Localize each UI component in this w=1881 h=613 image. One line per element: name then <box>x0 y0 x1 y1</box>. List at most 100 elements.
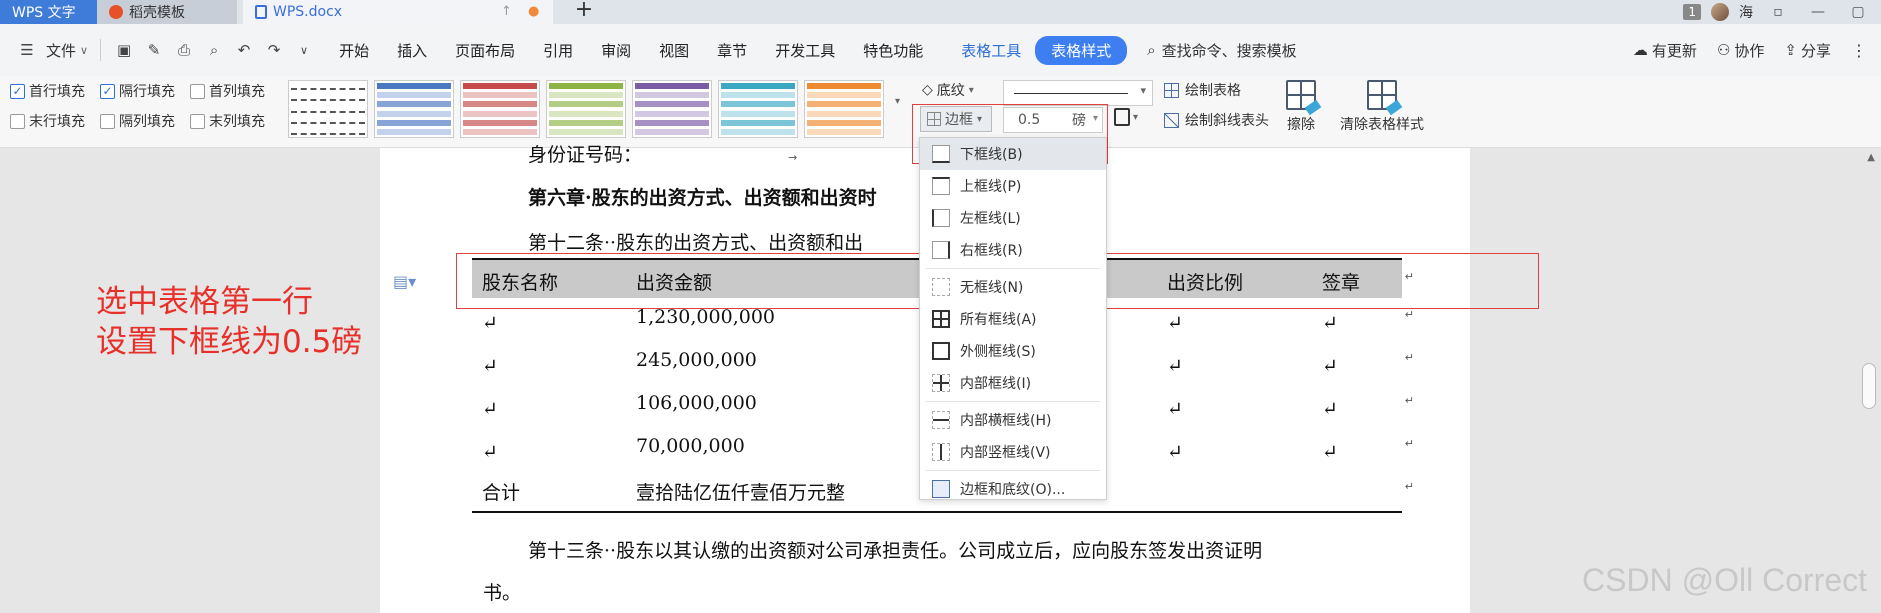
command-search[interactable]: ⌕ 查找命令、搜索模板 <box>1147 40 1296 61</box>
window-count-badge[interactable]: 1 <box>1683 4 1701 20</box>
menu-view[interactable]: 视图 <box>645 40 703 61</box>
checkbox-label: 首行填充 <box>29 84 85 100</box>
more-icon[interactable]: ∨ <box>293 39 315 61</box>
menu-item-label: 内部框线(I) <box>960 376 1032 392</box>
swatch-stripe <box>635 101 709 108</box>
restore-icon[interactable]: ▫ <box>1763 4 1793 20</box>
maximize-icon[interactable]: ▢ <box>1843 4 1873 20</box>
menu-insert[interactable]: 插入 <box>383 40 441 61</box>
checkbox-label: 末列填充 <box>209 114 265 130</box>
tab-wps-label: WPS 文字 <box>12 5 76 21</box>
menu-item-left-border[interactable]: 左框线(L) <box>920 202 1106 234</box>
menu-item-borders-and-shading[interactable]: 边框和底纹(O)... <box>920 473 1106 505</box>
menu-developer[interactable]: 开发工具 <box>761 40 849 61</box>
border-inside-h-icon <box>932 411 950 429</box>
avatar[interactable] <box>1711 3 1729 21</box>
tab-wps-writer[interactable]: WPS 文字 <box>0 0 97 24</box>
menu-divider <box>926 401 1100 402</box>
menu-table-tools[interactable]: 表格工具 <box>947 40 1035 61</box>
user-name[interactable]: 海 <box>1739 2 1753 22</box>
checkbox-last-row[interactable]: 末行填充 <box>10 110 100 132</box>
erase-button[interactable]: 擦除 <box>1286 80 1322 134</box>
minimize-icon[interactable]: — <box>1803 4 1833 20</box>
table-style-swatch[interactable] <box>374 80 454 138</box>
checkbox-banded-rows[interactable]: ✓ 隔行填充 <box>100 80 190 102</box>
menu-item-outside-borders[interactable]: 外侧框线(S) <box>920 335 1106 367</box>
table-cell-amount[interactable]: 245,000,000 <box>636 349 757 371</box>
table-style-swatch[interactable] <box>546 80 626 138</box>
menu-item-inside-vertical[interactable]: 内部竖框线(V) <box>920 436 1106 468</box>
checkbox-banded-columns[interactable]: 隔列填充 <box>100 110 190 132</box>
table-cell-amount[interactable]: 1,230,000,000 <box>636 306 775 328</box>
vertical-scrollbar[interactable]: ▲ <box>1851 148 1881 613</box>
menu-item-all-borders[interactable]: 所有框线(A) <box>920 303 1106 335</box>
swatch-stripe <box>721 119 795 126</box>
paragraph-handle-icon[interactable]: ▤▾ <box>393 272 416 291</box>
clear-table-style-button[interactable]: 清除表格样式 <box>1340 80 1424 134</box>
hamburger-icon[interactable]: ☰ <box>16 39 38 61</box>
print-preview-icon[interactable]: ⌕ <box>203 39 225 61</box>
swatch-stripe <box>463 110 537 117</box>
draw-table-icon <box>1164 82 1179 98</box>
menu-chapter[interactable]: 章节 <box>703 40 761 61</box>
tab-document[interactable]: WPS.docx ↑ ● <box>243 0 553 24</box>
table-cell-amount[interactable]: 106,000,000 <box>636 392 757 414</box>
checkbox-first-row-fill[interactable]: ✓ 首行填充 <box>10 80 100 102</box>
scroll-up-icon[interactable]: ▲ <box>1867 152 1875 163</box>
table-style-swatch[interactable] <box>460 80 540 138</box>
checkbox-first-column[interactable]: 首列填充 <box>190 80 280 102</box>
menu-item-no-border[interactable]: 无框线(N) <box>920 271 1106 303</box>
table-style-swatch[interactable] <box>718 80 798 138</box>
clear-style-label: 清除表格样式 <box>1340 117 1424 133</box>
file-menu[interactable]: 文件 ∨ <box>46 40 88 61</box>
checkbox-unchecked-icon <box>190 113 205 129</box>
draw-table-button[interactable]: 绘制表格 <box>1164 80 1241 100</box>
upload-icon[interactable]: ↑ <box>501 4 512 19</box>
menu-review[interactable]: 审阅 <box>587 40 645 61</box>
menu-divider <box>926 470 1100 471</box>
empty-cell-mark-icon: ↵ <box>1167 398 1183 420</box>
tab-docer-label: 稻壳模板 <box>129 5 185 21</box>
table-cell-total-label[interactable]: 合计 <box>482 478 520 505</box>
table-style-swatch[interactable] <box>804 80 884 138</box>
format-painter-icon[interactable]: ✎ <box>143 39 165 61</box>
checkbox-last-column[interactable]: 末列填充 <box>190 110 280 132</box>
update-button[interactable]: ☁ 有更新 <box>1633 40 1697 61</box>
undo-icon[interactable]: ↶ <box>233 39 255 61</box>
draw-diagonal-button[interactable]: 绘制斜线表头 <box>1164 110 1269 130</box>
pen-color-button[interactable]: ▾ <box>1114 108 1138 126</box>
gallery-expand-icon[interactable]: ▾ <box>895 96 900 107</box>
menu-item-inside-borders[interactable]: 内部框线(I) <box>920 367 1106 399</box>
menu-features[interactable]: 特色功能 <box>849 40 937 61</box>
swatch-stripe <box>463 92 537 99</box>
menu-item-top-border[interactable]: 上框线(P) <box>920 170 1106 202</box>
menu-item-inside-horizontal[interactable]: 内部横框线(H) <box>920 404 1106 436</box>
share-button[interactable]: ⇪ 分享 <box>1784 40 1831 61</box>
menu-item-right-border[interactable]: 右框线(R) <box>920 234 1106 266</box>
table-style-gallery <box>288 80 884 138</box>
menu-page-layout[interactable]: 页面布局 <box>441 40 529 61</box>
menu-start[interactable]: 开始 <box>325 40 383 61</box>
menu-references[interactable]: 引用 <box>529 40 587 61</box>
tab-docer-templates[interactable]: 稻壳模板 <box>97 0 237 24</box>
table-cell-amount[interactable]: 70,000,000 <box>636 435 745 457</box>
erase-label: 擦除 <box>1287 117 1315 133</box>
print-icon[interactable]: ⎙ <box>173 39 195 61</box>
cell-end-mark-icon: ↵ <box>1404 394 1414 407</box>
shading-button[interactable]: ◇ 底纹 ▾ <box>922 80 974 100</box>
checkbox-checked-icon: ✓ <box>10 83 25 99</box>
scrollbar-thumb[interactable] <box>1862 363 1876 409</box>
menu-table-style[interactable]: 表格样式 <box>1035 35 1128 65</box>
table-style-swatch[interactable] <box>288 80 368 138</box>
checkbox-unchecked-icon <box>100 113 115 129</box>
more-options-icon[interactable]: ⋮ <box>1851 41 1867 60</box>
new-tab-button[interactable]: + <box>572 0 596 24</box>
table-cell-total-amount[interactable]: 壹拾陆亿伍仟壹佰万元整 <box>636 478 845 505</box>
table-style-swatch[interactable] <box>632 80 712 138</box>
save-icon[interactable]: ▣ <box>113 39 135 61</box>
menu-item-bottom-border[interactable]: 下框线(B) <box>920 138 1106 170</box>
redo-icon[interactable]: ↷ <box>263 39 285 61</box>
article-13: 第十三条··股东以其认缴的出资额对公司承担责任。公司成立后，应向股东签发出资证明 <box>528 540 1263 562</box>
line-style-select[interactable] <box>1003 80 1153 106</box>
collaborate-button[interactable]: ⚇ 协作 <box>1717 40 1764 61</box>
